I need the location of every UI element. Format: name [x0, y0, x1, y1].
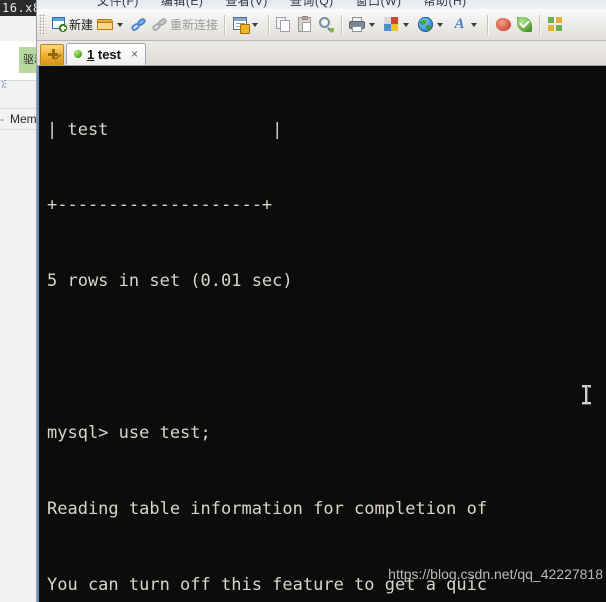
find-icon: [318, 16, 335, 33]
red-object-icon: [495, 16, 512, 33]
toolbar-separator: [487, 14, 490, 35]
connect-icon: [130, 16, 148, 33]
connect-button[interactable]: [129, 12, 150, 38]
terminal-line: +--------------------+: [47, 195, 273, 216]
chevron-down-icon[interactable]: [369, 22, 376, 27]
font-icon: A: [454, 16, 465, 32]
globe-button[interactable]: [415, 12, 449, 38]
menu-bar[interactable]: 文件(F) 编辑(E) 查看(V) 查询(Q) 窗口(W) 帮助(H): [37, 0, 606, 9]
print-icon: [349, 16, 366, 33]
menu-item-view[interactable]: 查看(V): [225, 0, 268, 9]
green-check-icon: [516, 16, 533, 33]
paste-button[interactable]: [295, 12, 316, 38]
find-button[interactable]: [316, 12, 337, 38]
grid-button[interactable]: [545, 12, 566, 38]
screenshot-root: 驱动 注 -Memo 16.x8 文件(F)编辑(E)查看(V)查询(Q)窗口(…: [0, 0, 606, 602]
menu-item-window[interactable]: 窗口(W): [356, 0, 402, 9]
reconnect-label: 重新连接: [170, 18, 219, 32]
tab-strip: 1 test ×: [37, 41, 606, 66]
chevron-down-icon[interactable]: [117, 22, 124, 27]
terminal-line: Reading table information for completion…: [47, 499, 488, 520]
toolbar-separator: [539, 14, 542, 35]
chevron-down-icon[interactable]: [471, 22, 478, 27]
open-folder-button[interactable]: [95, 12, 129, 38]
menu-item-help[interactable]: 帮助(H): [423, 0, 466, 9]
toolbar: 新建 重新连接 A: [37, 9, 606, 41]
color-palette-icon: [383, 16, 400, 33]
tab-name: test: [97, 46, 121, 62]
toolbar-separator: [224, 14, 227, 35]
print-button[interactable]: [347, 12, 381, 38]
font-button[interactable]: A: [449, 12, 483, 38]
toolbar-separator: [268, 14, 271, 35]
menu-item-edit[interactable]: 编辑(E): [161, 0, 204, 9]
terminal-line: | test |: [47, 119, 283, 140]
disconnect-icon: [151, 16, 169, 33]
watermark-url: https://blog.csdn.net/qq_42227818: [388, 566, 603, 582]
red-object-button[interactable]: [493, 12, 514, 38]
new-tab-button[interactable]: [40, 44, 64, 65]
copy-button[interactable]: [274, 12, 295, 38]
open-folder-icon: [97, 16, 114, 33]
green-check-button[interactable]: [514, 12, 535, 38]
tab-label: 1 test: [87, 47, 121, 62]
new-connection-icon: [51, 16, 68, 33]
chevron-down-icon[interactable]: [437, 22, 444, 27]
new-connection-label: 新建: [69, 18, 94, 32]
copy-icon: [276, 16, 293, 33]
chevron-down-icon[interactable]: [403, 22, 410, 27]
tab-test[interactable]: 1 test ×: [66, 43, 146, 65]
globe-icon: [417, 16, 434, 33]
paste-icon: [297, 16, 314, 33]
menu-item-query[interactable]: 查询(Q): [290, 0, 334, 9]
tab-index: 1: [87, 46, 95, 62]
new-query-icon: [232, 16, 251, 34]
grid-icon: [547, 16, 564, 33]
toolbar-separator: [341, 14, 344, 35]
terminal-output: | test | +--------------------+ 5 rows i…: [47, 67, 606, 602]
new-query-button[interactable]: [230, 12, 264, 38]
navicat-window: 文件(F) 编辑(E) 查看(V) 查询(Q) 窗口(W) 帮助(H) 新建 重…: [36, 0, 606, 602]
menu-items: 文件(F) 编辑(E) 查看(V) 查询(Q) 窗口(W) 帮助(H): [97, 0, 489, 9]
terminal-console[interactable]: | test | +--------------------+ 5 rows i…: [37, 66, 606, 602]
terminal-line: mysql> use test;: [47, 423, 211, 444]
color-palette-button[interactable]: [381, 12, 415, 38]
chevron-down-icon[interactable]: [252, 22, 259, 27]
new-connection-button[interactable]: 新建: [49, 12, 95, 38]
background-blue-marker: 注: [1, 80, 6, 90]
connected-dot-icon: [74, 50, 82, 58]
close-icon[interactable]: ×: [131, 48, 138, 60]
menu-item-file[interactable]: 文件(F): [97, 0, 139, 9]
toolbar-grip[interactable]: [39, 13, 46, 36]
text-ibeam-cursor: [582, 384, 591, 405]
memo-dash: -: [0, 112, 4, 126]
reconnect-button[interactable]: 重新连接: [150, 12, 220, 38]
terminal-line: 5 rows in set (0.01 sec): [47, 271, 293, 292]
